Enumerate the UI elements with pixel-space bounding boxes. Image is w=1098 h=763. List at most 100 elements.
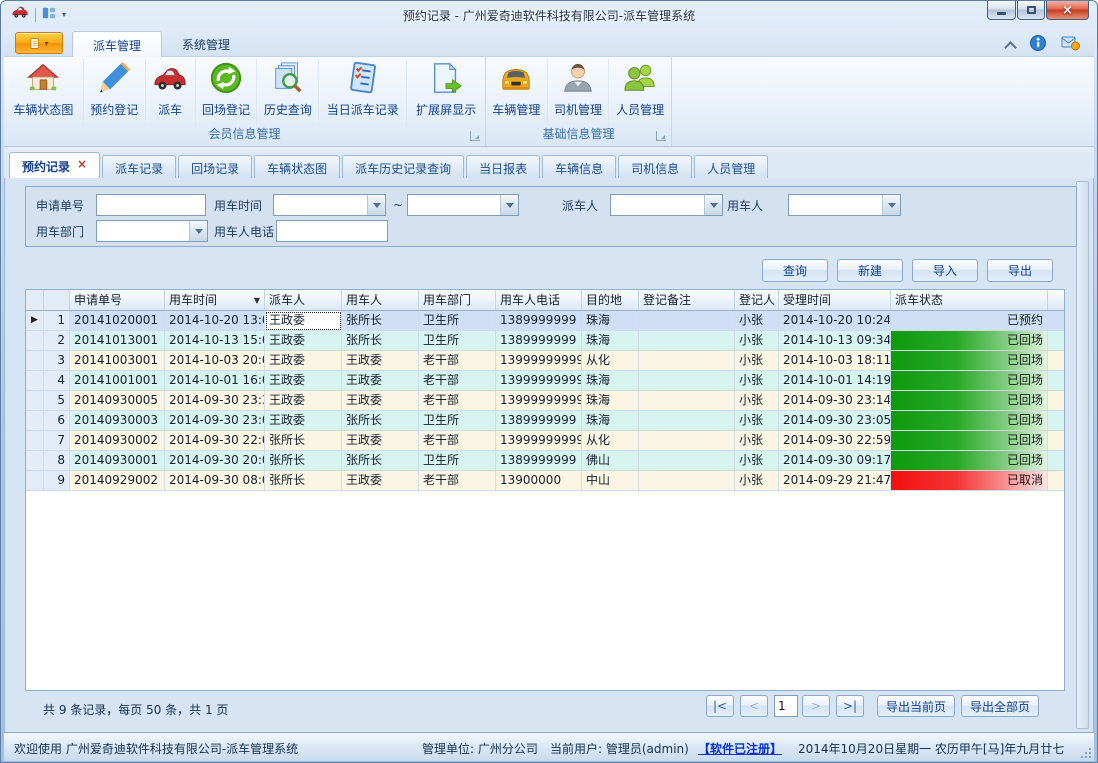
- row-number[interactable]: 8: [44, 451, 70, 471]
- ribbon-tab-system[interactable]: 系统管理: [162, 31, 250, 57]
- table-cell[interactable]: 1389999999: [496, 411, 582, 431]
- row-number[interactable]: 5: [44, 391, 70, 411]
- table-cell[interactable]: [639, 371, 735, 391]
- collapse-ribbon-icon[interactable]: [1006, 40, 1015, 49]
- table-cell[interactable]: 珠海: [582, 391, 639, 411]
- table-cell[interactable]: 小张: [735, 311, 779, 331]
- table-cell[interactable]: 张所长: [342, 451, 419, 471]
- column-header[interactable]: 派车人: [265, 290, 342, 310]
- column-header[interactable]: 用车人: [342, 290, 419, 310]
- table-cell[interactable]: 老干部: [419, 431, 496, 451]
- table-cell[interactable]: 2014-09-30 23:30: [165, 391, 265, 411]
- table-cell[interactable]: 20140929002: [70, 471, 165, 491]
- table-cell[interactable]: 佛山: [582, 451, 639, 471]
- table-row[interactable]: 2201410130012014-10-13 15:00王政委张所长卫生所138…: [26, 331, 1064, 351]
- column-header[interactable]: 目的地: [582, 290, 639, 310]
- column-header[interactable]: 登记人: [735, 290, 779, 310]
- column-header[interactable]: 用车人电话: [496, 290, 582, 310]
- filler-cell[interactable]: [1048, 471, 1064, 491]
- driver-manage-button[interactable]: 司机管理: [548, 59, 610, 127]
- row-indicator[interactable]: ▶: [26, 311, 44, 331]
- table-cell[interactable]: 王政委: [265, 411, 342, 431]
- table-cell[interactable]: 1389999999: [496, 451, 582, 471]
- column-header[interactable]: 申请单号: [70, 290, 165, 310]
- table-cell[interactable]: 2014-09-30 22:59: [779, 431, 891, 451]
- close-tab-icon[interactable]: ×: [77, 158, 87, 170]
- return-register-button[interactable]: 回场登记: [196, 59, 258, 127]
- filler-cell[interactable]: [1048, 371, 1064, 391]
- table-cell[interactable]: 珠海: [582, 411, 639, 431]
- row-indicator-header[interactable]: [26, 290, 44, 310]
- table-row[interactable]: 6201409300032014-09-30 23:00王政委张所长卫生所138…: [26, 411, 1064, 431]
- table-cell[interactable]: 2014-09-30 08:00: [165, 471, 265, 491]
- sort-arrow-icon[interactable]: ▼: [254, 291, 260, 310]
- table-cell[interactable]: 老干部: [419, 371, 496, 391]
- tab-dispatch-history-query[interactable]: 派车历史记录查询: [342, 155, 464, 178]
- vehicle-manage-button[interactable]: 车辆管理: [486, 59, 548, 127]
- table-cell[interactable]: 20140930001: [70, 451, 165, 471]
- table-cell[interactable]: 2014-10-13 15:00: [165, 331, 265, 351]
- prev-page-button[interactable]: <: [740, 695, 768, 717]
- table-cell[interactable]: 王政委: [342, 391, 419, 411]
- dialog-launcher-icon[interactable]: [470, 131, 480, 141]
- table-cell[interactable]: 小张: [735, 431, 779, 451]
- table-row[interactable]: 8201409300012014-09-30 20:00张所长张所长卫生所138…: [26, 451, 1064, 471]
- vehicle-status-map-button[interactable]: 车辆状态图: [4, 59, 84, 127]
- table-cell[interactable]: [639, 431, 735, 451]
- status-cell[interactable]: 已回场: [891, 331, 1048, 351]
- table-cell[interactable]: 2014-09-30 23:00: [165, 411, 265, 431]
- table-cell[interactable]: 张所长: [342, 411, 419, 431]
- column-header[interactable]: 登记备注: [639, 290, 735, 310]
- status-cell[interactable]: 已回场: [891, 351, 1048, 371]
- filler-cell[interactable]: [1048, 311, 1064, 331]
- column-header[interactable]: 派车状态: [891, 290, 1048, 310]
- filler-cell[interactable]: [1048, 411, 1064, 431]
- tab-vehicle-info[interactable]: 车辆信息: [542, 155, 616, 178]
- filler-cell[interactable]: [1048, 451, 1064, 471]
- table-cell[interactable]: 13999999999: [496, 371, 582, 391]
- dialog-launcher-icon[interactable]: [656, 131, 666, 141]
- tab-daily-report[interactable]: 当日报表: [466, 155, 540, 178]
- history-query-button[interactable]: 历史查询: [257, 59, 319, 127]
- table-cell[interactable]: 小张: [735, 411, 779, 431]
- column-header[interactable]: 用车时间▼: [165, 290, 265, 310]
- first-page-button[interactable]: |<: [706, 695, 734, 717]
- row-indicator[interactable]: [26, 391, 44, 411]
- table-cell[interactable]: 王政委: [342, 371, 419, 391]
- table-cell[interactable]: 王政委: [342, 431, 419, 451]
- table-cell[interactable]: 卫生所: [419, 311, 496, 331]
- extended-screen-button[interactable]: 扩展屏显示: [407, 59, 485, 127]
- row-number[interactable]: 1: [44, 311, 70, 331]
- tab-dispatch-records[interactable]: 派车记录: [102, 155, 176, 178]
- dispatcher-combobox[interactable]: [610, 194, 723, 216]
- table-cell[interactable]: 王政委: [265, 351, 342, 371]
- status-cell[interactable]: 已回场: [891, 451, 1048, 471]
- table-cell[interactable]: 卫生所: [419, 331, 496, 351]
- table-row[interactable]: 3201410030012014-10-03 20:00王政委王政委老干部139…: [26, 351, 1064, 371]
- page-number-input[interactable]: [774, 695, 798, 717]
- table-cell[interactable]: 王政委: [265, 311, 342, 331]
- filler-cell[interactable]: [1048, 391, 1064, 411]
- table-cell[interactable]: 老干部: [419, 391, 496, 411]
- row-number[interactable]: 2: [44, 331, 70, 351]
- row-number[interactable]: 4: [44, 371, 70, 391]
- table-cell[interactable]: 小张: [735, 371, 779, 391]
- last-page-button[interactable]: >|: [836, 695, 864, 717]
- table-cell[interactable]: 13999999999: [496, 351, 582, 371]
- table-cell[interactable]: 20141003001: [70, 351, 165, 371]
- dept-combobox[interactable]: [96, 220, 208, 242]
- table-cell[interactable]: 20141013001: [70, 331, 165, 351]
- tab-driver-info[interactable]: 司机信息: [618, 155, 692, 178]
- table-cell[interactable]: 2014-09-30 22:00: [165, 431, 265, 451]
- table-cell[interactable]: 小张: [735, 391, 779, 411]
- vertical-scrollbar[interactable]: [1076, 181, 1089, 729]
- filler-header[interactable]: [1048, 290, 1064, 310]
- chevron-down-icon[interactable]: [367, 195, 385, 215]
- table-cell[interactable]: 13999999999: [496, 431, 582, 451]
- export-button[interactable]: 导出: [987, 259, 1053, 282]
- query-button[interactable]: 查询: [762, 259, 828, 282]
- ribbon-tab-dispatch[interactable]: 派车管理: [72, 31, 162, 57]
- export-current-page-button[interactable]: 导出当前页: [877, 695, 955, 717]
- dispatch-button[interactable]: 派车: [146, 59, 196, 127]
- tab-return-records[interactable]: 回场记录: [178, 155, 252, 178]
